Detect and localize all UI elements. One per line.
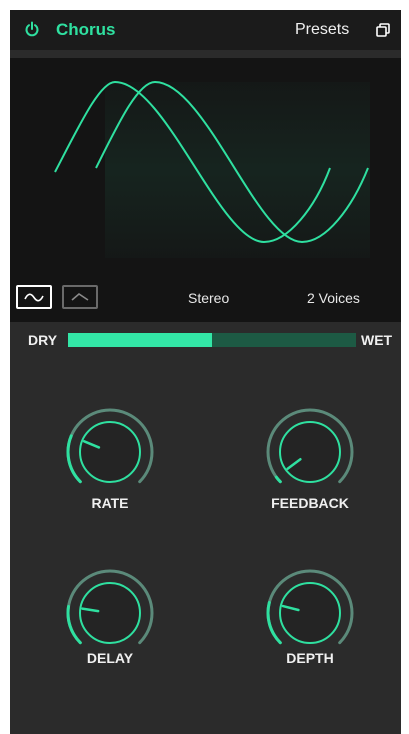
feedback-label: FEEDBACK	[271, 495, 349, 511]
chorus-plugin-panel: Chorus Presets Stereo 2 Voices DRY WET R…	[10, 10, 401, 734]
dry-label: DRY	[28, 332, 58, 348]
knob-value-arc	[274, 475, 282, 484]
triangle-wave-icon	[71, 292, 89, 301]
knob-body	[79, 421, 141, 483]
depth-label: DEPTH	[286, 650, 334, 666]
wet-label: WET	[361, 332, 393, 348]
rate-knob[interactable]	[65, 407, 155, 497]
voices-selector[interactable]: 2 Voices	[307, 290, 360, 306]
knob-value-arc	[66, 604, 82, 645]
dry-wet-mix: DRY WET	[10, 330, 401, 350]
knob-body	[279, 421, 341, 483]
dry-wet-slider-fill	[68, 333, 212, 347]
knob-value-arc	[66, 434, 82, 484]
sine-wave-icon	[24, 293, 44, 302]
dry-wet-slider[interactable]	[68, 333, 356, 347]
copy-icon[interactable]	[376, 23, 390, 37]
stereo-mode-selector[interactable]: Stereo	[188, 290, 229, 306]
lfo-display: Stereo 2 Voices	[10, 58, 401, 322]
knob-body	[79, 582, 141, 644]
triangle-wave-button[interactable]	[62, 285, 98, 309]
knob-value-arc	[266, 601, 282, 645]
plugin-header: Chorus Presets	[10, 10, 401, 50]
rate-label: RATE	[91, 495, 129, 511]
lfo-waveform-graph	[54, 80, 370, 258]
power-icon[interactable]	[24, 21, 40, 37]
sine-wave-button[interactable]	[16, 285, 52, 309]
presets-button[interactable]: Presets	[295, 21, 349, 39]
delay-label: DELAY	[86, 650, 134, 666]
depth-knob[interactable]	[265, 568, 355, 658]
knob-body	[279, 582, 341, 644]
delay-knob[interactable]	[65, 568, 155, 658]
plugin-title: Chorus	[56, 20, 116, 39]
feedback-knob[interactable]	[265, 407, 355, 497]
